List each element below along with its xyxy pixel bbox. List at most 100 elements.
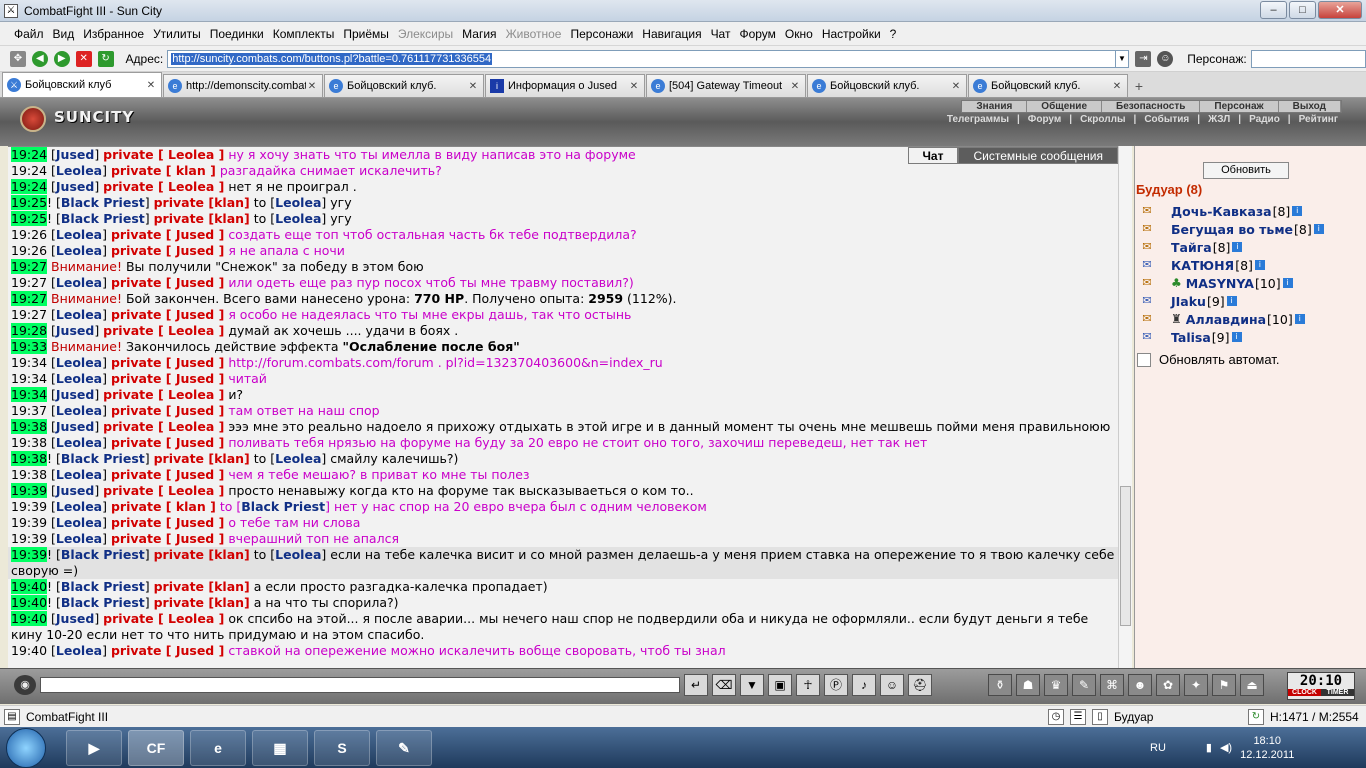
private-tag[interactable]: private [ Jused ] [111,275,224,290]
sender-nick[interactable]: Jused [56,387,94,402]
private-tag[interactable]: private [ Jused ] [111,227,224,242]
tab-0[interactable]: ⚔ Бойцовский клуб ✕ [2,72,162,97]
private-tag[interactable]: private [ Jused ] [111,371,224,386]
private-tag[interactable]: private [klan] [154,547,250,562]
user-name[interactable]: JIaku [1171,294,1206,309]
private-tag[interactable]: private [ Leolea ] [103,611,224,626]
tab-close-icon[interactable]: ✕ [789,81,801,92]
sender-nick[interactable]: Jused [56,147,94,162]
chat-scrollbar[interactable] [1118,146,1132,668]
nav-exit[interactable]: Выход [1279,101,1341,112]
private-tag[interactable]: private [klan] [154,595,250,610]
recipient-nick[interactable]: Leolea [275,195,321,210]
message-link[interactable]: http://forum.combats.com/forum . pl?id=1… [228,355,662,370]
timestamp[interactable]: 19:24 [11,163,47,178]
address-input[interactable]: http://suncity.combats.com/buttons.pl?ba… [167,49,1116,68]
sender-nick[interactable]: Leolea [56,435,102,450]
info-icon[interactable]: i [1226,296,1237,306]
menu-animal[interactable]: Животное [506,27,562,41]
taskbar-skype[interactable]: S [314,729,370,766]
chat-message-input[interactable] [40,677,680,693]
sender-nick[interactable]: Leolea [56,515,102,530]
timestamp[interactable]: 19:28 [11,323,48,338]
gift-icon[interactable]: ✦ [1184,674,1208,696]
clan-icon[interactable]: ♜ [1171,312,1182,326]
private-tag[interactable]: private [ Jused ] [111,355,224,370]
timestamp[interactable]: 19:34 [11,387,48,402]
tab-system-messages[interactable]: Системные сообщения [958,147,1118,164]
mask-icon[interactable]: ☻ [1128,674,1152,696]
start-button[interactable] [6,727,46,768]
info-icon[interactable]: i [1292,206,1303,216]
menu-chat[interactable]: Чат [711,27,731,41]
sender-nick[interactable]: Leolea [56,243,102,258]
nav-communication[interactable]: Общение [1027,101,1102,112]
nav-scrolls[interactable]: Скроллы [1076,114,1129,126]
tab-2[interactable]: e Бойцовский клуб. ✕ [324,74,484,97]
new-tab-icon[interactable]: + [1129,77,1149,97]
close-button[interactable]: ✕ [1318,1,1362,19]
maximize-button[interactable]: □ [1289,1,1316,19]
nav-character[interactable]: Персонаж [1200,101,1279,112]
user-name[interactable]: Тайга [1171,240,1212,255]
private-message-icon[interactable]: ✉ [1137,204,1157,218]
private-tag[interactable]: private [klan] [154,451,250,466]
clear-icon[interactable]: ⌫ [712,674,736,696]
user-name[interactable]: КАТЮНЯ [1171,258,1234,273]
user-name[interactable]: Talisa [1171,330,1211,345]
nav-zhzl[interactable]: ЖЗЛ [1204,114,1234,126]
sync-icon[interactable]: ↻ [1248,708,1264,725]
sender-nick[interactable]: Jused [56,419,94,434]
fighter-icon[interactable]: ☥ [796,674,820,696]
sender-nick[interactable]: Black Priest [61,579,145,594]
private-tag[interactable]: private [ Jused ] [111,243,224,258]
address-dropdown-icon[interactable]: ▼ [1115,49,1130,68]
taskbar-media-player[interactable]: ▶ [66,729,122,766]
private-tag[interactable]: private [ klan ] [111,163,216,178]
tab-1[interactable]: e http://demonscity.combats.com/showi...✕ [163,74,323,97]
user-name[interactable]: MASYNYA [1186,276,1254,291]
network-icon[interactable]: ▮ [1206,741,1212,754]
tab-4[interactable]: e [504] Gateway Timeout ✕ [646,74,806,97]
sender-nick[interactable]: Black Priest [61,451,145,466]
nav-forum[interactable]: Форум [1024,114,1065,126]
timestamp[interactable]: 19:39 [11,531,47,546]
menu-techniques[interactable]: Приёмы [343,27,389,41]
move-icon[interactable]: ✥ [10,50,26,67]
flag-icon[interactable]: ⚑ [1212,674,1236,696]
auto-refresh-checkbox[interactable] [1137,352,1151,367]
sender-nick[interactable]: Leolea [56,643,102,658]
private-tag[interactable]: private [klan] [154,211,250,226]
menu-settings[interactable]: Настройки [822,27,881,41]
sender-nick[interactable]: Leolea [56,403,102,418]
timestamp[interactable]: 19:40 [11,595,48,610]
send-icon[interactable]: ↵ [684,674,708,696]
taskbar-paint[interactable]: ✎ [376,729,432,766]
info-icon[interactable]: i [1232,242,1243,252]
tab-5[interactable]: e Бойцовский клуб. ✕ [807,74,967,97]
persona-select[interactable] [1250,49,1366,68]
language-indicator[interactable]: RU [1150,742,1166,754]
timestamp[interactable]: 19:37 [11,403,47,418]
info-icon[interactable]: i [1294,314,1305,324]
timestamp[interactable]: 19:39 [11,499,47,514]
private-tag[interactable]: private [ Leolea ] [103,147,224,162]
user-name[interactable]: Бегущая во тьме [1171,222,1293,237]
menu-file[interactable]: Файл [14,27,44,41]
private-tag[interactable]: private [ Jused ] [111,403,224,418]
private-tag[interactable]: private [ Leolea ] [103,387,224,402]
minimize-button[interactable]: – [1260,1,1287,19]
sender-nick[interactable]: Black Priest [61,547,145,562]
sender-nick[interactable]: Leolea [56,227,102,242]
sender-nick[interactable]: Leolea [56,355,102,370]
potion-icon[interactable]: ⚱ [988,674,1012,696]
private-tag[interactable]: private [ Jused ] [111,515,224,530]
bag-icon[interactable]: ☗ [1016,674,1040,696]
timestamp[interactable]: 19:38 [11,435,47,450]
nav-telegrams[interactable]: Телеграммы [943,114,1013,126]
save-icon[interactable]: ▣ [768,674,792,696]
sender-nick[interactable]: Black Priest [61,195,145,210]
timestamp[interactable]: 19:34 [11,371,47,386]
exit-icon[interactable]: ⏏ [1240,674,1264,696]
map-icon[interactable]: ⌘ [1100,674,1124,696]
